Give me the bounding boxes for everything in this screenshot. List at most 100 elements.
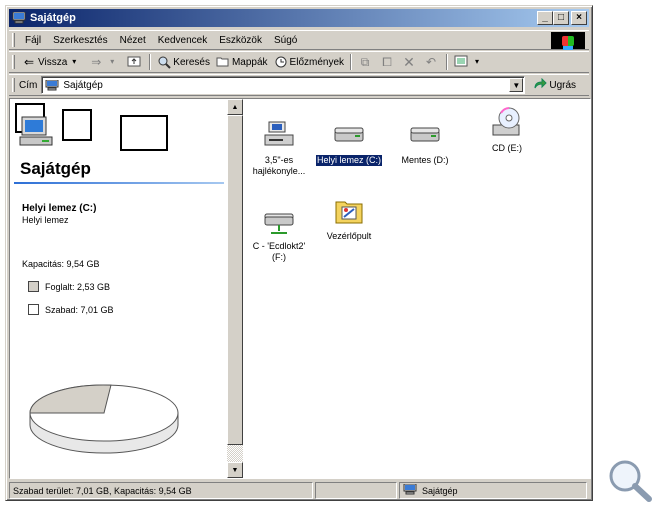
undo-icon: ↶ (425, 55, 437, 69)
drive-label: Mentes (D:) (401, 155, 449, 165)
menu-grip[interactable] (12, 33, 15, 47)
menu-favorites[interactable]: Kedvencek (152, 35, 213, 46)
zoom-magnifier-icon[interactable] (605, 456, 653, 502)
drive-item[interactable]: Helyi lemez (C:) (316, 111, 382, 166)
drive-label: 3,5"-es hajlékonyle... (252, 155, 306, 176)
dropdown-arrow-icon[interactable]: ▾ (105, 55, 119, 69)
close-icon: × (576, 12, 582, 23)
views-icon (454, 55, 468, 69)
drive-item[interactable]: CD (E:) (474, 99, 540, 154)
address-value: Sajátgép (63, 79, 103, 91)
disk-usage-pie (29, 384, 179, 454)
menu-file[interactable]: Fájl (19, 35, 47, 46)
menu-tools[interactable]: Eszközök (213, 35, 268, 46)
up-folder-icon (127, 55, 141, 69)
up-folder-button[interactable] (124, 52, 146, 72)
free-space-legend: Szabad: 7,01 GB (28, 304, 212, 315)
drive-label: CD (E:) (492, 143, 522, 153)
undo-button[interactable]: ↶ (421, 52, 443, 72)
toolbar-separator (350, 54, 353, 70)
drive-item[interactable]: Vezérlőpult (316, 187, 382, 242)
back-arrow-icon: ⇐ (23, 55, 35, 69)
folders-label: Mappák (231, 56, 268, 68)
floppy-drive-icon (263, 119, 295, 151)
details-title: Sajátgép (20, 159, 91, 178)
standard-toolbar: ⇐ Vissza ▾ ⇒ ▾ Keresés Mappák Előzmények… (9, 51, 589, 73)
scroll-thumb[interactable] (227, 115, 243, 445)
minimize-button[interactable]: _ (537, 11, 553, 25)
content-area: Sajátgép Helyi lemez (C:) Helyi lemez Ka… (9, 98, 591, 479)
hard-disk-icon (333, 119, 365, 151)
close-button[interactable]: × (571, 11, 587, 25)
views-button[interactable]: ▾ (451, 52, 489, 72)
selected-item-info: Helyi lemez (C:) Helyi lemez Kapacitás: … (22, 203, 212, 315)
banner-underline (14, 182, 224, 184)
address-bar: Cím Sajátgép ▼ Ugrás (9, 74, 589, 96)
status-zone-label: Sajátgép (422, 485, 458, 496)
windows-flag-logo (551, 32, 585, 49)
maximize-button[interactable]: □ (553, 11, 569, 25)
scroll-down-button[interactable]: ▼ (227, 462, 243, 478)
dropdown-arrow-icon[interactable]: ▾ (67, 55, 81, 69)
selected-item-name: Helyi lemez (C:) (22, 203, 97, 214)
banner-decoration (62, 109, 92, 141)
folders-button[interactable]: Mappák (213, 52, 271, 72)
status-zone: Sajátgép (399, 482, 587, 499)
details-banner: Sajátgép (12, 101, 224, 184)
drive-item[interactable]: C - 'Ecdlokt2' (F:) (246, 197, 312, 263)
address-label: Cím (19, 79, 38, 91)
banner-decoration (120, 115, 168, 151)
my-computer-icon (12, 11, 26, 24)
drive-label: C - 'Ecdlokt2' (F:) (252, 241, 306, 262)
menu-help[interactable]: Súgó (268, 35, 303, 46)
address-dropdown-button[interactable]: ▼ (509, 78, 524, 92)
menu-edit[interactable]: Szerkesztés (47, 35, 113, 46)
copy-to-button[interactable]: ⧠ (377, 52, 399, 72)
go-arrow-icon (533, 77, 548, 92)
cd-drive-icon (491, 107, 523, 139)
my-computer-large-icon (18, 115, 56, 149)
window-title: Sajátgép (30, 12, 76, 24)
history-icon (274, 55, 288, 69)
forward-button[interactable]: ⇒ ▾ (86, 52, 124, 72)
vertical-scrollbar[interactable]: ▲ ▼ (227, 99, 243, 478)
history-label: Előzmények (289, 56, 345, 68)
drive-label: Vezérlőpult (326, 231, 372, 241)
minimize-icon: _ (542, 12, 548, 23)
go-button[interactable]: Ugrás (533, 77, 576, 92)
explorer-window: Sajátgép _ □ × Fájl Szerkesztés Nézet Ke… (5, 5, 593, 501)
back-label: Vissza (38, 56, 68, 68)
details-pane: Sajátgép Helyi lemez (C:) Helyi lemez Ka… (10, 99, 227, 478)
hard-disk-icon (409, 119, 441, 151)
selected-item-type: Helyi lemez (22, 215, 69, 225)
menu-view[interactable]: Nézet (114, 35, 152, 46)
copy-to-icon: ⧠ (382, 55, 392, 69)
move-to-button[interactable]: ⧉ (355, 52, 377, 72)
drive-item[interactable]: 3,5"-es hajlékonyle... (246, 111, 312, 177)
address-input[interactable]: Sajátgép ▼ (41, 76, 526, 94)
toolbar-grip[interactable] (12, 55, 15, 69)
status-blank (315, 482, 397, 499)
drive-item[interactable]: Mentes (D:) (392, 111, 458, 166)
used-color-swatch (28, 281, 39, 292)
used-space-text: Foglalt: 2,53 GB (45, 281, 111, 292)
toolbar-separator (446, 54, 449, 70)
search-label: Keresés (173, 56, 210, 68)
maximize-icon: □ (557, 12, 565, 23)
free-color-swatch (28, 304, 39, 315)
title-bar[interactable]: Sajátgép _ □ × (9, 9, 589, 27)
back-button[interactable]: ⇐ Vissza ▾ (19, 52, 86, 72)
move-to-icon: ⧉ (360, 55, 370, 69)
scroll-up-button[interactable]: ▲ (227, 99, 243, 115)
forward-arrow-icon: ⇒ (91, 55, 102, 69)
capacity-text: Kapacitás: 9,54 GB (22, 259, 100, 269)
free-space-text: Szabad: 7,01 GB (45, 304, 114, 315)
search-button[interactable]: Keresés (154, 52, 213, 72)
status-bar: Szabad terület: 7,01 GB, Kapacitás: 9,54… (9, 482, 589, 499)
dropdown-arrow-icon[interactable]: ▾ (470, 55, 484, 69)
toolbar-separator (149, 54, 152, 70)
used-space-legend: Foglalt: 2,53 GB (28, 281, 212, 292)
history-button[interactable]: Előzmények (271, 52, 347, 72)
address-grip[interactable] (12, 78, 15, 92)
delete-button[interactable]: ✕ (399, 52, 421, 72)
